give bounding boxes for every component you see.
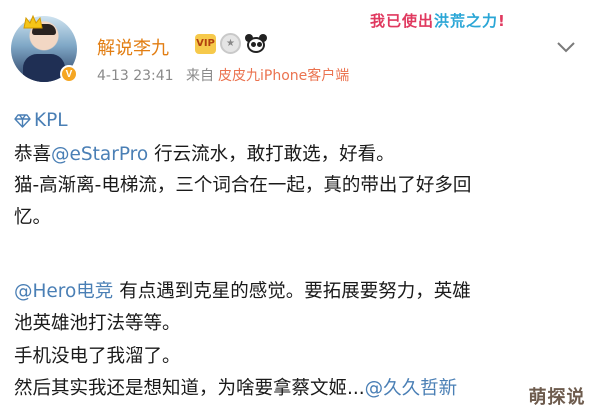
content-line-1: 恭喜@eStarPro 行云流水，敢打敢选，好看。 xyxy=(14,144,395,165)
source-client[interactable]: 皮皮九iPhone客户端 xyxy=(218,68,349,84)
avatar[interactable]: V xyxy=(11,14,78,83)
diamond-topic-icon xyxy=(14,114,31,128)
watermark: 萌探说 xyxy=(520,376,594,416)
content-line-6: 手机没电了我溜了。 xyxy=(14,346,181,367)
mention-estarpro[interactable]: @eStarPro xyxy=(51,144,148,165)
medal-badge-icon[interactable]: ★ xyxy=(220,33,241,54)
mention-hero[interactable]: @Hero电竞 xyxy=(14,281,113,302)
topic-label: KPL xyxy=(34,110,68,131)
topic-line[interactable]: KPL xyxy=(14,108,68,134)
post-header: V 解说李九 VIP ★ 4-13 23:41 来自 皮皮九iPhone客户端 我… xyxy=(0,0,594,98)
content-line-2: 猫-高渐离-电梯流，三个词合在一起，真的带出了好多回 xyxy=(14,175,472,196)
content-line-5: 池英雄池打法等等。 xyxy=(14,313,181,334)
content-line-3: 忆。 xyxy=(14,207,52,228)
post-timestamp[interactable]: 4-13 23:41 xyxy=(97,68,174,84)
mention-jiujiu[interactable]: @久久哲新 xyxy=(365,378,458,399)
author-name[interactable]: 解说李九 xyxy=(97,34,169,60)
banner-sticker: 我已使出洪荒之力! xyxy=(370,12,506,30)
verified-badge-icon: V xyxy=(60,65,78,83)
content-line-7: 然后其实我还是想知道，为啥要拿蔡文姬...@久久哲新 xyxy=(14,378,458,399)
author-badges: VIP ★ xyxy=(195,33,267,54)
post-meta: 4-13 23:41 来自 皮皮九iPhone客户端 xyxy=(97,65,349,85)
panda-badge-icon[interactable] xyxy=(245,33,267,54)
source-prefix: 来自 xyxy=(186,68,215,84)
chevron-down-icon[interactable] xyxy=(555,36,577,58)
content-line-4: @Hero电竞 有点遇到克星的感觉。要拓展要努力，英雄 xyxy=(14,281,471,302)
crown-icon xyxy=(23,14,43,29)
vip-badge-icon[interactable]: VIP xyxy=(195,33,216,54)
